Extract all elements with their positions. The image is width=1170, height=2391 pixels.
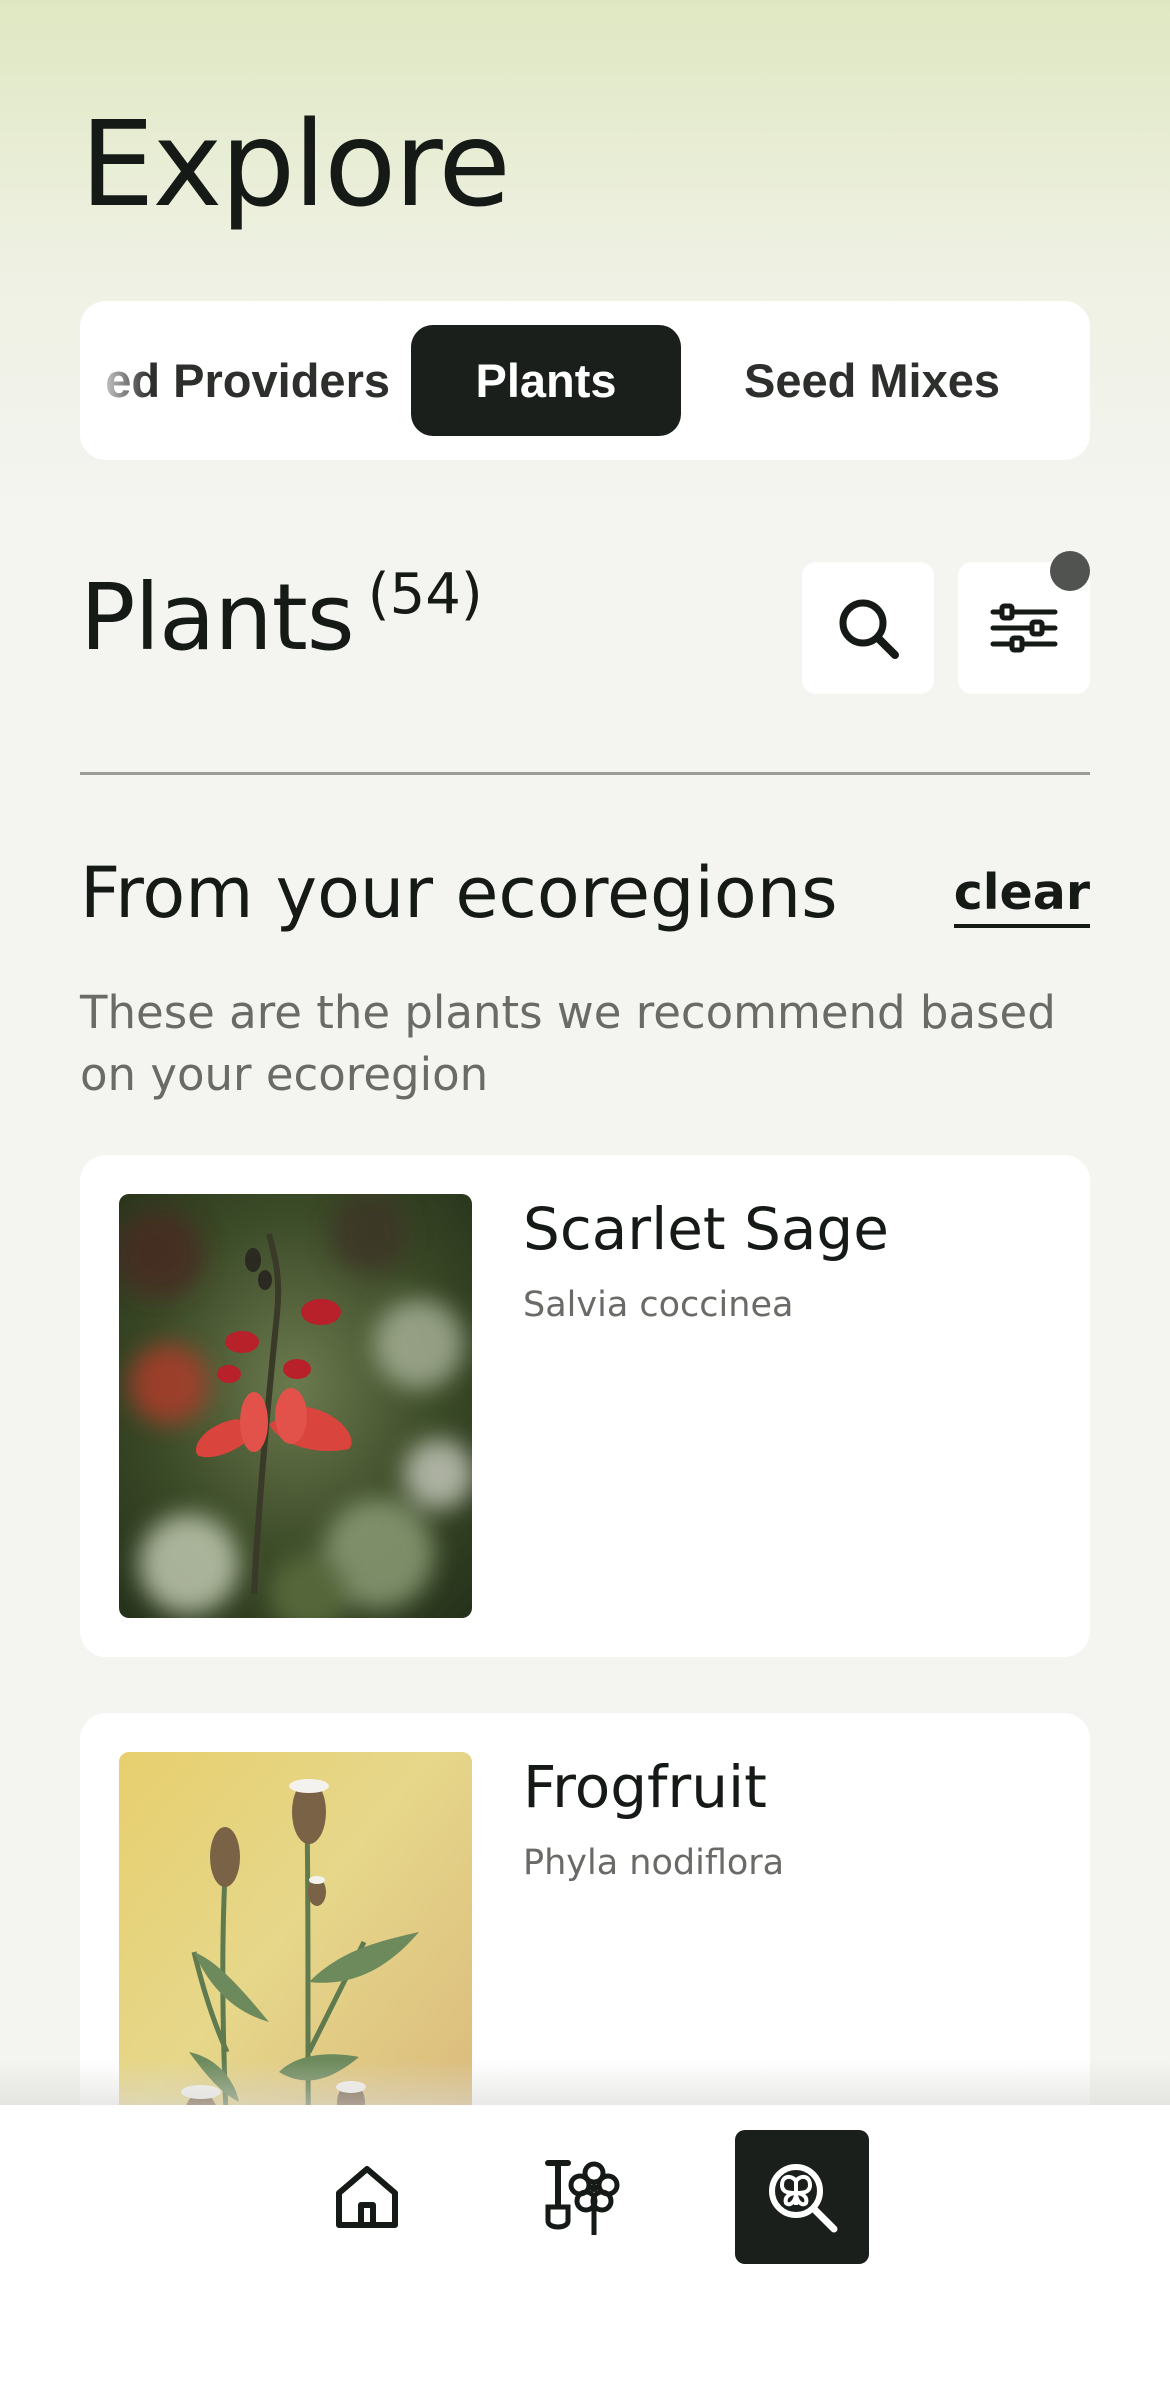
segment-seed-providers[interactable]: ed Providers xyxy=(80,325,390,436)
plant-scientific-name: Phyla nodiflora xyxy=(523,1843,785,1883)
bottom-tab-bar xyxy=(0,2105,1170,2391)
garden-tools-icon xyxy=(545,2160,620,2235)
tab-garden[interactable] xyxy=(515,2130,649,2264)
filter-active-indicator xyxy=(1050,551,1090,591)
plant-common-name: Scarlet Sage xyxy=(523,1195,889,1263)
segment-seed-mixes[interactable]: Seed Mixes xyxy=(722,325,1022,436)
search-button[interactable] xyxy=(802,562,934,694)
home-icon xyxy=(336,2166,398,2228)
sliders-icon xyxy=(990,603,1058,653)
section-heading: Plants (54) xyxy=(80,562,483,671)
tabbar-shadow xyxy=(0,2060,1170,2105)
category-segmented-control: ed Providers Plants Seed Mixes xyxy=(80,301,1090,460)
page-title: Explore xyxy=(80,95,511,233)
tab-home[interactable] xyxy=(300,2130,434,2264)
divider xyxy=(80,772,1090,775)
ecoregion-description: These are the plants we recommend based … xyxy=(80,986,1056,1102)
section-title: Plants xyxy=(80,564,355,671)
clear-link[interactable]: clear xyxy=(953,866,1090,928)
explore-search-icon xyxy=(769,2164,838,2233)
plant-card[interactable]: Scarlet Sage Salvia coccinea xyxy=(80,1155,1090,1657)
search-icon xyxy=(839,599,899,659)
plant-common-name: Frogfruit xyxy=(523,1753,767,1821)
tab-explore[interactable] xyxy=(735,2130,869,2264)
segment-plants[interactable]: Plants xyxy=(411,325,681,436)
plant-scientific-name: Salvia coccinea xyxy=(523,1285,794,1325)
plant-photo-scarlet-sage xyxy=(119,1194,472,1618)
section-count: (54) xyxy=(367,562,483,627)
ecoregion-title: From your ecoregions xyxy=(80,852,838,934)
